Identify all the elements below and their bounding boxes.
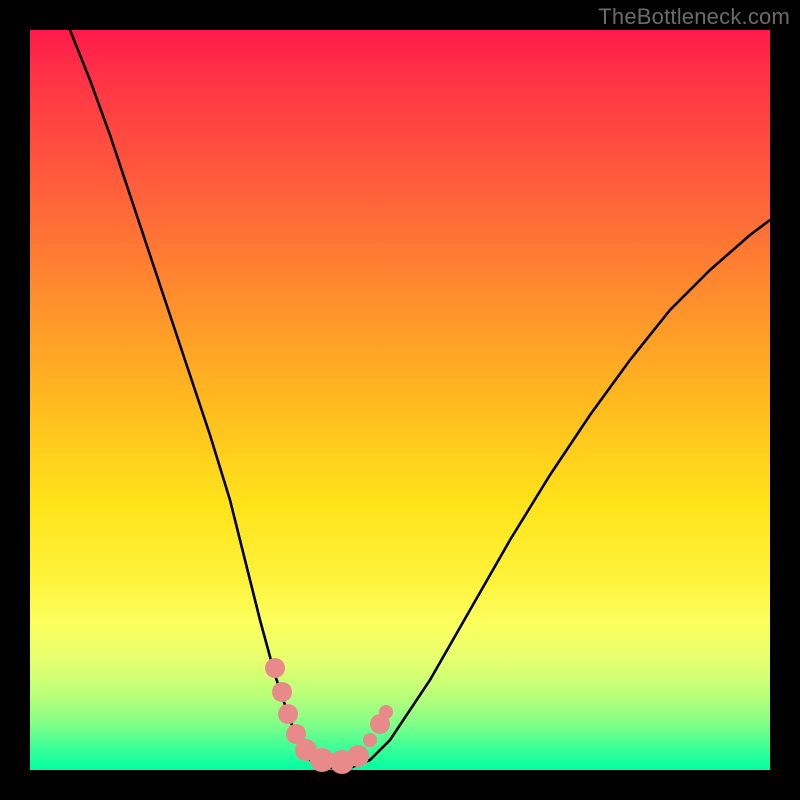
chart-plot-area [30,30,770,770]
marker-dot [379,705,393,719]
marker-dot [363,733,377,747]
marker-dot [347,745,369,767]
marker-dot [265,658,285,678]
watermark-text: TheBottleneck.com [598,4,790,30]
bottleneck-curve [70,30,770,768]
chart-frame: TheBottleneck.com [0,0,800,800]
marker-dot [272,682,292,702]
marker-dot [278,704,298,724]
chart-svg [30,30,770,770]
